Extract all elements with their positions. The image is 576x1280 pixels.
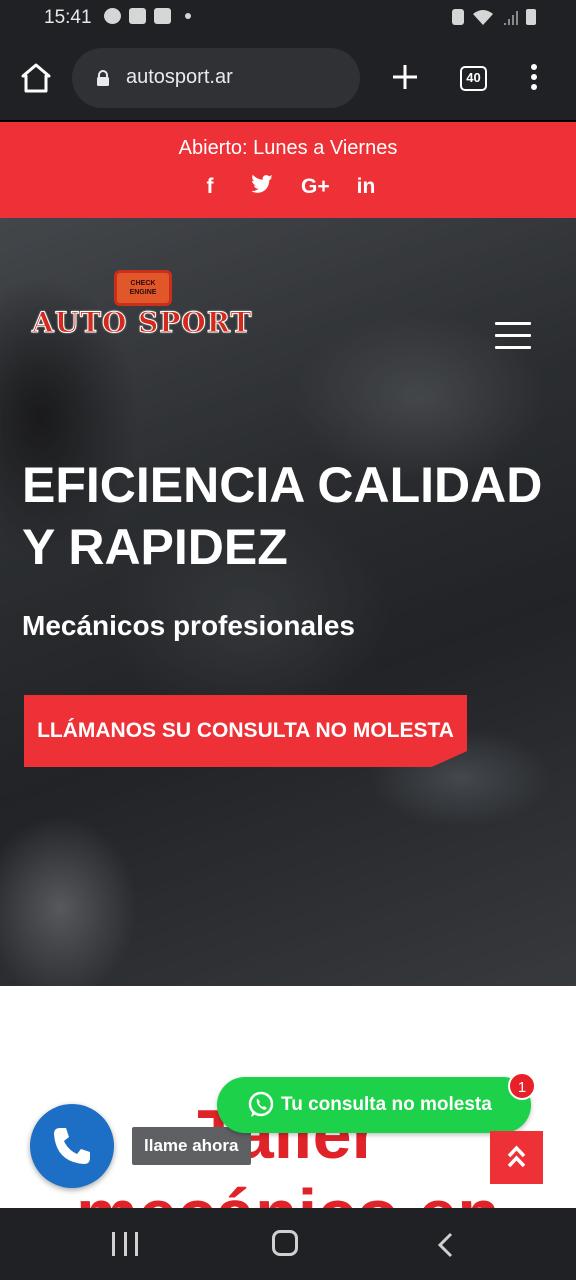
recents-icon[interactable]	[112, 1232, 138, 1256]
whatsapp-label: Tu consulta no molesta	[281, 1094, 492, 1115]
system-navigation-bar	[0, 1208, 576, 1280]
phone-icon	[54, 1128, 90, 1164]
double-chevron-up-icon	[507, 1145, 526, 1168]
hamburger-menu-icon[interactable]	[495, 322, 531, 350]
whatsapp-button[interactable]: Tu consulta no molesta	[217, 1077, 531, 1133]
browser-menu-icon[interactable]	[526, 64, 542, 94]
hero-subtitle: Mecánicos profesionales	[22, 610, 356, 641]
scroll-to-top-button[interactable]	[490, 1131, 543, 1184]
twitter-icon[interactable]	[249, 174, 275, 200]
browser-toolbar: autosport.ar 40	[0, 36, 576, 120]
site-logo[interactable]: CHECK ENGINE AUTO SPORT	[31, 266, 256, 340]
opening-hours: Abierto: Lunes a Viernes	[178, 137, 398, 159]
facebook-icon[interactable]: f	[197, 174, 223, 200]
notification-icons	[104, 8, 191, 24]
check-engine-icon: CHECK ENGINE	[114, 270, 172, 306]
more-notifications-icon	[185, 13, 191, 19]
wifi-icon	[473, 10, 493, 25]
system-icons	[452, 9, 536, 25]
top-info-bar: Abierto: Lunes a Viernes f G+ in	[0, 122, 576, 218]
signal-icon	[504, 11, 518, 25]
status-time: 15:41	[44, 7, 92, 28]
social-links: f G+ in	[0, 174, 576, 200]
tab-switcher-button[interactable]: 40	[460, 66, 487, 91]
lock-status-icon	[452, 9, 464, 25]
google-plus-icon[interactable]: G+	[301, 174, 330, 200]
whatsapp-notification-badge: 1	[508, 1072, 536, 1100]
hero-banner: CHECK ENGINE AUTO SPORT EFICIENCIA CALID…	[0, 218, 576, 986]
call-tooltip: llame ahora	[132, 1127, 251, 1165]
gallery-icon	[154, 8, 171, 24]
battery-icon	[526, 9, 536, 25]
call-now-button[interactable]	[30, 1104, 114, 1188]
app-notification-icon	[104, 8, 121, 24]
new-tab-icon[interactable]	[390, 62, 420, 92]
logo-text: AUTO SPORT	[31, 306, 253, 340]
home-icon[interactable]	[18, 60, 54, 96]
address-bar[interactable]: autosport.ar	[72, 48, 360, 108]
message-icon	[129, 8, 146, 24]
hero-title: EFICIENCIA CALIDAD Y RAPIDEZ	[22, 457, 543, 575]
whatsapp-icon	[248, 1091, 274, 1117]
url-text: autosport.ar	[126, 66, 233, 88]
lock-icon	[97, 70, 109, 86]
call-cta-button[interactable]: LLÁMANOS SU CONSULTA NO MOLESTA	[24, 695, 467, 767]
back-icon[interactable]	[436, 1232, 456, 1258]
status-bar: 15:41	[0, 0, 576, 36]
linkedin-icon[interactable]: in	[353, 174, 379, 200]
home-nav-icon[interactable]	[272, 1230, 298, 1256]
